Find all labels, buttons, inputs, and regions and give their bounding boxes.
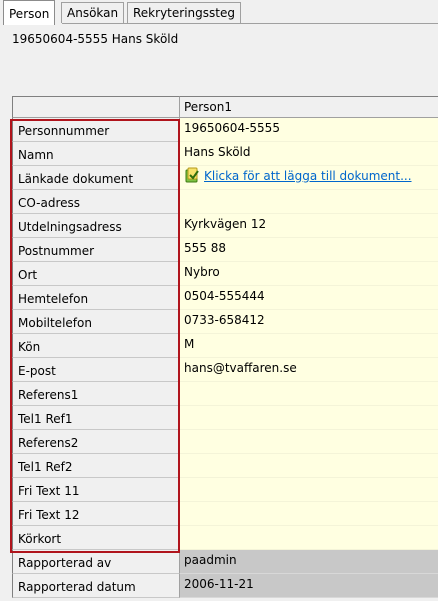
grid-row-referens1: Referens1 bbox=[12, 382, 438, 406]
field-label: Tel1 Ref2 bbox=[12, 454, 180, 478]
grid-row-korkort: Körkort bbox=[12, 526, 438, 550]
grid-row-utdelningsadress: Utdelningsadress Kyrkvägen 12 bbox=[12, 214, 438, 238]
ort-field[interactable]: Nybro bbox=[180, 262, 438, 286]
person-property-grid: Person1 Personnummer 19650604-5555 Namn … bbox=[12, 96, 438, 601]
grid-row-postnummer: Postnummer 555 88 bbox=[12, 238, 438, 262]
grid-row-fri-text-11: Fri Text 11 bbox=[12, 478, 438, 502]
referens1-field[interactable] bbox=[180, 382, 438, 406]
field-label: Fri Text 12 bbox=[12, 502, 180, 526]
grid-row-tel1-ref2: Tel1 Ref2 bbox=[12, 454, 438, 478]
tab-bar-divider bbox=[62, 23, 438, 24]
field-label: Hemtelefon bbox=[12, 286, 180, 310]
grid-row-mobiltelefon: Mobiltelefon 0733-658412 bbox=[12, 310, 438, 334]
utdelningsadress-field[interactable]: Kyrkvägen 12 bbox=[180, 214, 438, 238]
document-link-icon[interactable] bbox=[184, 167, 200, 183]
personnummer-field[interactable]: 19650604-5555 bbox=[180, 118, 438, 142]
grid-row-namn: Namn Hans Sköld bbox=[12, 142, 438, 166]
kon-field[interactable]: M bbox=[180, 334, 438, 358]
field-label: Rapporterad av bbox=[12, 550, 180, 574]
tel1-ref1-field[interactable] bbox=[180, 406, 438, 430]
person-identity-heading: 19650604-5555 Hans Sköld bbox=[12, 32, 179, 46]
grid-column-header[interactable]: Person1 bbox=[180, 96, 438, 118]
field-label: Fri Text 11 bbox=[12, 478, 180, 502]
fri-text-11-field[interactable] bbox=[180, 478, 438, 502]
field-label: Körkort bbox=[12, 526, 180, 550]
lankade-dokument-field[interactable]: Klicka för att lägga till dokument... bbox=[180, 166, 438, 190]
grid-row-fri-text-12: Fri Text 12 bbox=[12, 502, 438, 526]
grid-header-row: Person1 bbox=[12, 96, 438, 118]
tab-ansokan[interactable]: Ansökan bbox=[61, 2, 125, 23]
grid-header-corner bbox=[12, 96, 180, 118]
rapporterad-datum-value: 2006-11-21 bbox=[180, 574, 438, 598]
field-label: Referens2 bbox=[12, 430, 180, 454]
grid-row-rapporterad-datum: Rapporterad datum 2006-11-21 bbox=[12, 574, 438, 598]
postnummer-field[interactable]: 555 88 bbox=[180, 238, 438, 262]
tel1-ref2-field[interactable] bbox=[180, 454, 438, 478]
field-label: Namn bbox=[12, 142, 180, 166]
grid-row-lankade-dokument: Länkade dokument Klicka för att lägga ti… bbox=[12, 166, 438, 190]
field-label: Referens1 bbox=[12, 382, 180, 406]
rapporterad-av-value: paadmin bbox=[180, 550, 438, 574]
hemtelefon-field[interactable]: 0504-555444 bbox=[180, 286, 438, 310]
e-post-field[interactable]: hans@tvaffaren.se bbox=[180, 358, 438, 382]
field-label: Utdelningsadress bbox=[12, 214, 180, 238]
field-label: Mobiltelefon bbox=[12, 310, 180, 334]
add-document-link[interactable]: Klicka för att lägga till dokument... bbox=[204, 169, 412, 183]
field-label: Postnummer bbox=[12, 238, 180, 262]
field-label: E-post bbox=[12, 358, 180, 382]
grid-row-rapporterad-av: Rapporterad av paadmin bbox=[12, 550, 438, 574]
mobiltelefon-field[interactable]: 0733-658412 bbox=[180, 310, 438, 334]
fri-text-12-field[interactable] bbox=[180, 502, 438, 526]
korkort-field[interactable] bbox=[180, 526, 438, 550]
grid-row-tel1-ref1: Tel1 Ref1 bbox=[12, 406, 438, 430]
namn-field[interactable]: Hans Sköld bbox=[180, 142, 438, 166]
grid-row-co-adress: CO-adress bbox=[12, 190, 438, 214]
field-label: CO-adress bbox=[12, 190, 180, 214]
grid-row-personnummer: Personnummer 19650604-5555 bbox=[12, 118, 438, 142]
field-label: Kön bbox=[12, 334, 180, 358]
co-adress-field[interactable] bbox=[180, 190, 438, 214]
tab-person[interactable]: Person bbox=[3, 0, 56, 25]
field-label: Personnummer bbox=[12, 118, 180, 142]
field-label: Ort bbox=[12, 262, 180, 286]
grid-row-kon: Kön M bbox=[12, 334, 438, 358]
tab-bar: Person Ansökan Rekryteringssteg bbox=[0, 0, 438, 25]
referens2-field[interactable] bbox=[180, 430, 438, 454]
grid-row-referens2: Referens2 bbox=[12, 430, 438, 454]
grid-row-e-post: E-post hans@tvaffaren.se bbox=[12, 358, 438, 382]
grid-row-hemtelefon: Hemtelefon 0504-555444 bbox=[12, 286, 438, 310]
field-label: Länkade dokument bbox=[12, 166, 180, 190]
tab-rekryteringssteg[interactable]: Rekryteringssteg bbox=[127, 2, 241, 23]
field-label: Rapporterad datum bbox=[12, 574, 180, 598]
field-label: Tel1 Ref1 bbox=[12, 406, 180, 430]
grid-row-ort: Ort Nybro bbox=[12, 262, 438, 286]
